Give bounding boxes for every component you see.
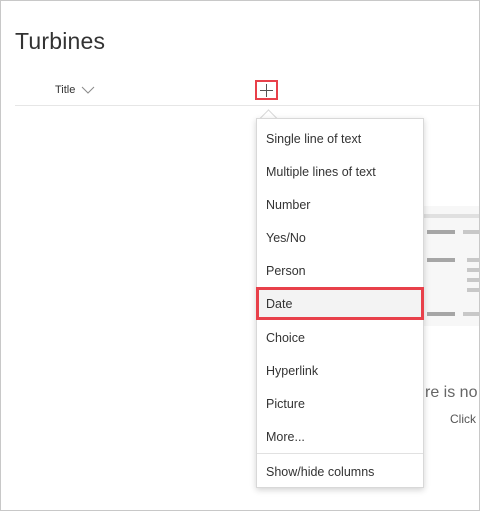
page-title: Turbines (15, 28, 106, 54)
plus-icon (260, 83, 273, 97)
menu-divider (257, 453, 423, 454)
empty-state-message: re is no (425, 384, 478, 401)
menu-item-single-line-of-text[interactable]: Single line of text (257, 122, 423, 155)
menu-item-show-hide-columns[interactable]: Show/hide columns (257, 455, 423, 488)
chevron-down-icon (82, 86, 95, 94)
menu-item-multiple-lines-of-text[interactable]: Multiple lines of text (257, 155, 423, 188)
menu-item-picture[interactable]: Picture (257, 387, 423, 420)
add-column-menu: Single line of text Multiple lines of te… (256, 118, 424, 488)
menu-item-number[interactable]: Number (257, 188, 423, 221)
menu-item-hyperlink[interactable]: Hyperlink (257, 354, 423, 387)
menu-item-yes-no[interactable]: Yes/No (257, 221, 423, 254)
menu-item-person[interactable]: Person (257, 254, 423, 287)
add-column-button[interactable] (255, 80, 278, 100)
menu-item-choice[interactable]: Choice (257, 321, 423, 354)
menu-item-date[interactable]: Date (256, 287, 424, 320)
column-header-title[interactable]: Title (55, 84, 95, 96)
menu-item-more[interactable]: More... (257, 420, 423, 453)
empty-state-hint: Click (450, 412, 476, 426)
column-header-label: Title (55, 84, 76, 96)
column-header-row: Title (15, 79, 479, 106)
